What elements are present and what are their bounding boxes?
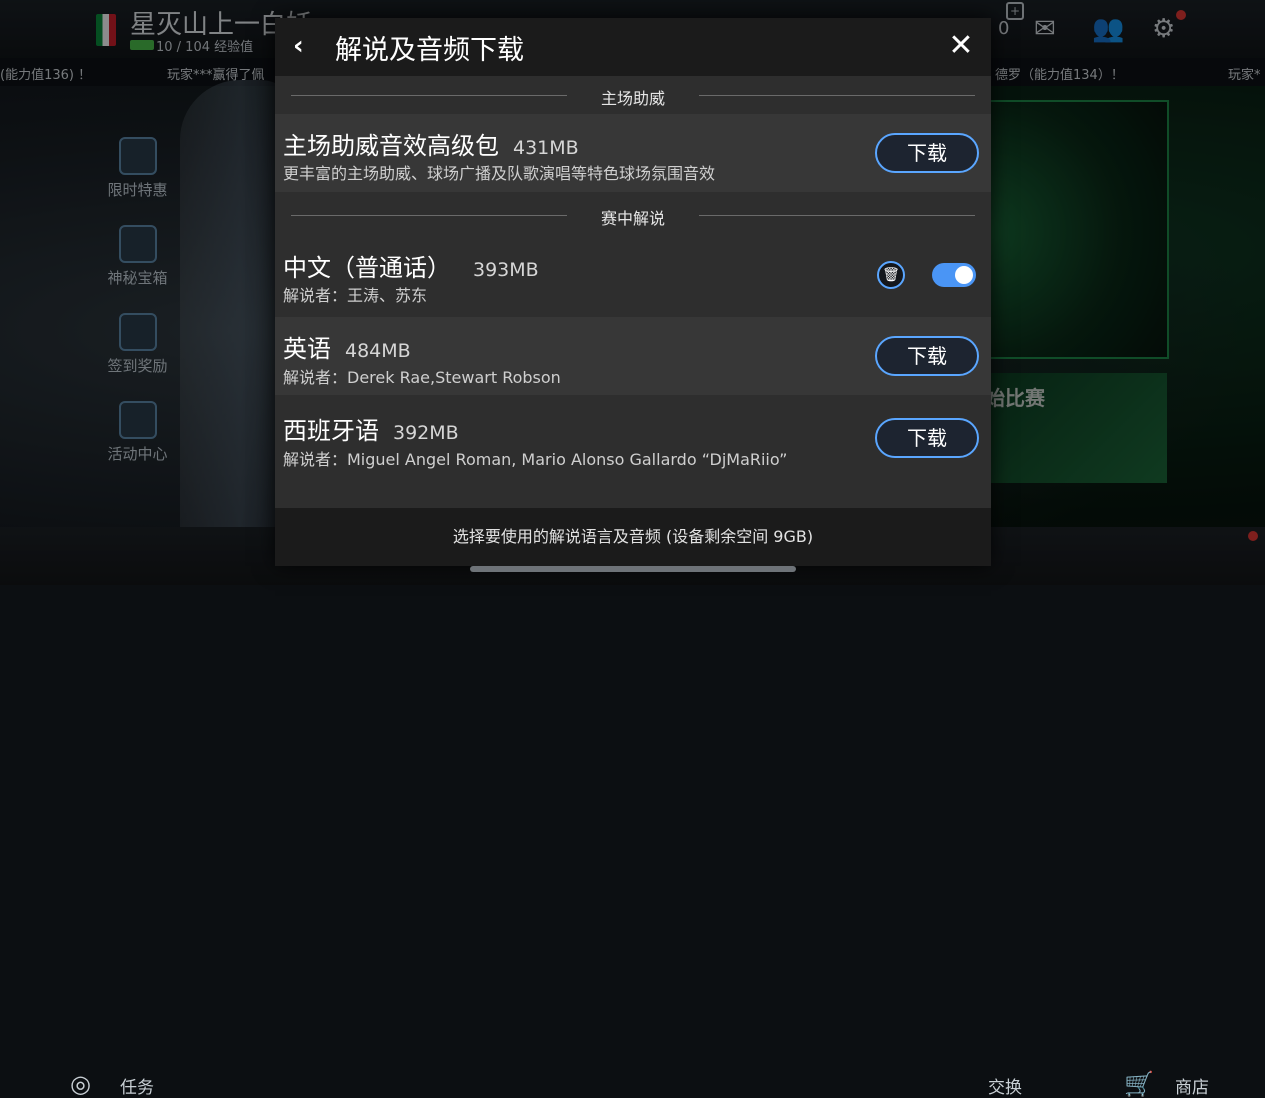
dialog-header: ‹ 解说及音频下载 ✕ (275, 18, 991, 76)
section-commentary-label: 赛中解说 (586, 209, 679, 228)
language-title: 英语 484MB (283, 329, 411, 364)
back-button[interactable]: ‹ (293, 30, 319, 62)
language-title: 中文（普通话） 393MB (283, 248, 539, 283)
language-size: 393MB (473, 259, 539, 281)
home-pack-download-button[interactable]: 下载 (875, 133, 979, 173)
dialog-footer-note: 选择要使用的解说语言及音频 (设备剩余空间 9GB) (275, 508, 991, 566)
language-row-spanish: 西班牙语 392MB 解说者：Miguel Angel Roman, Mario … (275, 399, 991, 477)
language-commentators: 解说者：Derek Rae,Stewart Robson (283, 368, 561, 387)
language-commentators: 解说者：王涛、苏东 (283, 286, 428, 305)
nav-exchange[interactable]: 交换 (988, 1073, 1022, 1098)
language-commentators: 解说者：Miguel Angel Roman, Mario Alonso Gal… (283, 450, 788, 469)
section-home-label: 主场助威 (586, 89, 679, 108)
toggle-knob (955, 266, 973, 284)
audio-download-dialog: ‹ 解说及音频下载 ✕ 主场助威 主场助威音效高级包 431MB 更丰富的主场助威… (275, 18, 991, 566)
spanish-download-button[interactable]: 下载 (875, 418, 979, 458)
home-indicator[interactable] (470, 566, 796, 572)
section-commentary-divider: 赛中解说 (291, 205, 975, 228)
language-name: 中文（普通话） (283, 254, 451, 282)
language-title: 西班牙语 392MB (283, 411, 459, 446)
cart-icon: 🛒 (1124, 1070, 1154, 1098)
language-name: 西班牙语 (283, 417, 379, 445)
dialog-title: 解说及音频下载 (335, 35, 524, 66)
home-pack-size: 431MB (513, 137, 579, 159)
nav-shop[interactable]: 商店 (1175, 1073, 1209, 1098)
home-pack-title: 主场助威音效高级包 431MB (283, 126, 579, 161)
home-pack-description: 更丰富的主场助威、球场广播及队歌演唱等特色球场氛围音效 (283, 164, 716, 183)
home-pack-name: 主场助威音效高级包 (283, 132, 499, 160)
section-home-divider: 主场助威 (291, 85, 975, 108)
language-name: 英语 (283, 335, 331, 363)
language-row-english: 英语 484MB 解说者：Derek Rae,Stewart Robson 下载 (275, 317, 991, 395)
close-button[interactable]: ✕ (946, 30, 976, 62)
english-download-button[interactable]: 下载 (875, 336, 979, 376)
language-row-chinese: 中文（普通话） 393MB 解说者：王涛、苏东 🗑 (275, 236, 991, 314)
home-pack-row: 主场助威音效高级包 431MB 更丰富的主场助威、球场广播及队歌演唱等特色球场氛围… (275, 114, 991, 192)
language-enabled-toggle[interactable] (932, 263, 976, 287)
language-size: 484MB (345, 340, 411, 362)
target-icon: ◎ (70, 1070, 91, 1098)
nav-tasks[interactable]: 任务 (120, 1073, 154, 1098)
delete-trash-icon[interactable]: 🗑 (877, 261, 905, 289)
language-size: 392MB (393, 422, 459, 444)
